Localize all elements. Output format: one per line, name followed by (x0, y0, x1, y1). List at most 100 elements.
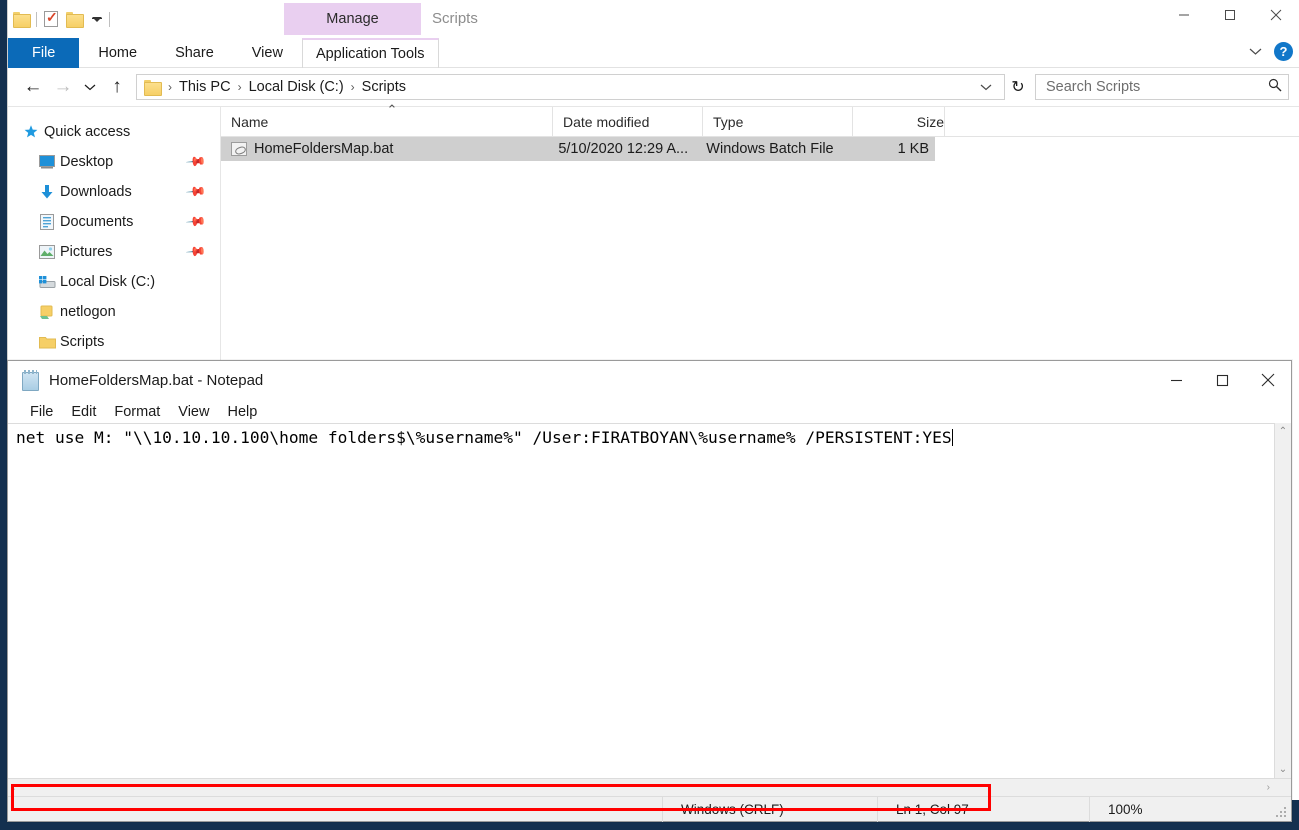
column-header-size-label: Size (916, 113, 944, 130)
breadcrumb-item-local-disk[interactable]: Local Disk (C:) (246, 79, 347, 95)
sidebar-item-netlogon[interactable]: netlogon (8, 297, 220, 327)
contextual-tab-label: Manage (326, 11, 379, 27)
notepad-icon (22, 370, 39, 391)
file-date-cell: 5/10/2020 12:29 A... (558, 141, 689, 157)
horizontal-scrollbar[interactable]: ‹ › (8, 779, 1274, 796)
chevron-down-icon[interactable] (92, 16, 102, 22)
breadcrumb-separator-2: › (350, 80, 355, 94)
table-row[interactable]: HomeFoldersMap.bat 5/10/2020 12:29 A... … (221, 137, 935, 161)
screen: Manage Scripts File Home Share Vie (0, 0, 1299, 830)
breadcrumb-item-this-pc[interactable]: This PC (176, 79, 234, 95)
scroll-up-icon[interactable]: ⌃ (1279, 426, 1287, 437)
tab-view[interactable]: View (233, 38, 302, 68)
column-header-type-label: Type (713, 113, 744, 130)
sidebar-item-label: Desktop (60, 154, 114, 170)
minimize-icon[interactable] (1153, 361, 1199, 399)
qat-divider (36, 11, 37, 27)
pin-icon[interactable]: 📌 (185, 211, 207, 234)
sidebar-item-quick-access[interactable]: Quick access (8, 117, 220, 147)
pin-icon[interactable]: 📌 (185, 241, 207, 264)
notepad-menu-bar: File Edit Format View Help (8, 401, 1291, 423)
status-line-ending: Windows (CRLF) (662, 796, 877, 822)
tab-home[interactable]: Home (79, 38, 156, 68)
folder-icon[interactable] (66, 12, 84, 28)
back-icon[interactable]: ← (18, 73, 48, 101)
sidebar-item-local-disk-c[interactable]: Local Disk (C:) (8, 267, 220, 297)
sidebar-item-scripts[interactable]: Scripts (8, 327, 220, 357)
scrollbar-corner (1274, 779, 1291, 796)
chevron-down-icon-collapse-ribbon[interactable] (1249, 43, 1262, 61)
help-icon[interactable]: ? (1274, 42, 1293, 61)
properties-folder-icon[interactable] (13, 12, 31, 28)
sidebar-item-label: Downloads (60, 184, 132, 200)
minimize-icon[interactable] (1161, 0, 1207, 30)
menu-item-view[interactable]: View (169, 404, 218, 420)
breadcrumb[interactable]: › This PC › Local Disk (C:) › Scripts (136, 74, 1005, 100)
column-header-date-modified[interactable]: Date modified (553, 107, 703, 136)
column-headers: Name Date modified Type Size (221, 102, 1299, 137)
resize-grip[interactable] (1275, 806, 1287, 818)
status-cursor-position: Ln 1, Col 97 (877, 796, 1089, 822)
menu-item-format[interactable]: Format (105, 404, 169, 420)
text-caret (951, 429, 953, 446)
breadcrumb-separator-1: › (237, 80, 242, 94)
status-zoom-level: 100% (1089, 796, 1291, 822)
sidebar-item-label: Local Disk (C:) (60, 274, 156, 290)
menu-item-file[interactable]: File (21, 404, 62, 420)
folder-icon (38, 333, 56, 351)
column-header-name[interactable]: Name (221, 102, 553, 136)
pin-icon[interactable]: 📌 (185, 181, 207, 204)
file-name-cell: HomeFoldersMap.bat (221, 141, 548, 157)
horizontal-scrollbar-row: ‹ › (8, 778, 1291, 796)
close-icon[interactable] (1253, 0, 1299, 30)
maximize-icon[interactable] (1207, 0, 1253, 30)
sidebar-item-pictures[interactable]: Pictures 📌 (8, 237, 220, 267)
notepad-status-bar: Windows (CRLF) Ln 1, Col 97 100% (8, 796, 1291, 822)
menu-item-help[interactable]: Help (218, 404, 266, 420)
explorer-ribbon-tabs: File Home Share View Application Tools ? (8, 38, 1299, 68)
column-header-type[interactable]: Type (703, 107, 853, 136)
refresh-icon[interactable]: ↻ (1005, 74, 1031, 100)
explorer-window-title: Scripts (432, 10, 478, 27)
tab-file[interactable]: File (8, 38, 80, 68)
sidebar-item-downloads[interactable]: Downloads 📌 (8, 177, 220, 207)
contextual-tab-manage[interactable]: Manage (284, 3, 421, 35)
sidebar-item-desktop[interactable]: Desktop 📌 (8, 147, 220, 177)
breadcrumb-item-scripts[interactable]: Scripts (359, 79, 409, 95)
tab-share[interactable]: Share (156, 38, 233, 68)
notepad-title: HomeFoldersMap.bat - Notepad (49, 372, 264, 389)
search-input[interactable]: Search Scripts (1035, 74, 1289, 100)
tab-application-tools[interactable]: Application Tools (301, 38, 439, 68)
maximize-icon[interactable] (1199, 361, 1245, 399)
scroll-left-icon[interactable]: ‹ (12, 782, 15, 793)
sidebar-item-label: Documents (60, 214, 134, 230)
sidebar-item-documents[interactable]: Documents 📌 (8, 207, 220, 237)
vertical-scrollbar[interactable]: ⌃ ⌄ (1274, 423, 1291, 778)
notepad-title-bar: HomeFoldersMap.bat - Notepad (8, 361, 1291, 401)
sidebar-item-label: Scripts (60, 334, 105, 350)
scroll-right-icon[interactable]: › (1267, 782, 1270, 793)
tab-share-label: Share (175, 45, 214, 61)
scroll-down-icon[interactable]: ⌄ (1279, 764, 1287, 775)
explorer-address-bar: ← → ↑ › This PC › Local Disk (C:) › Scri… (8, 68, 1299, 106)
pin-icon[interactable]: 📌 (185, 151, 207, 174)
download-icon (38, 183, 56, 201)
notepad-textarea[interactable]: net use M: "\\10.10.10.100\home folders$… (8, 423, 1274, 778)
quick-access-toolbar (13, 6, 117, 32)
search-icon[interactable] (1268, 78, 1282, 96)
network-folder-icon (38, 303, 56, 321)
notepad-edit-area: net use M: "\\10.10.10.100\home folders$… (8, 423, 1291, 778)
up-icon[interactable]: ↑ (102, 73, 132, 101)
notepad-window: HomeFoldersMap.bat - Notepad File Edit F… (7, 360, 1292, 822)
recent-locations-chevron-icon[interactable] (78, 73, 102, 101)
close-icon[interactable] (1245, 361, 1291, 399)
new-folder-icon[interactable] (44, 9, 58, 27)
chevron-down-icon-address[interactable] (980, 80, 1000, 94)
ribbon-right-controls: ? (1249, 42, 1293, 61)
column-header-name-label: Name (231, 113, 269, 130)
menu-item-edit[interactable]: Edit (62, 404, 105, 420)
explorer-window-controls (1161, 0, 1299, 30)
documents-icon (38, 213, 56, 231)
column-header-size[interactable]: Size (853, 107, 945, 136)
star-icon (22, 123, 40, 141)
